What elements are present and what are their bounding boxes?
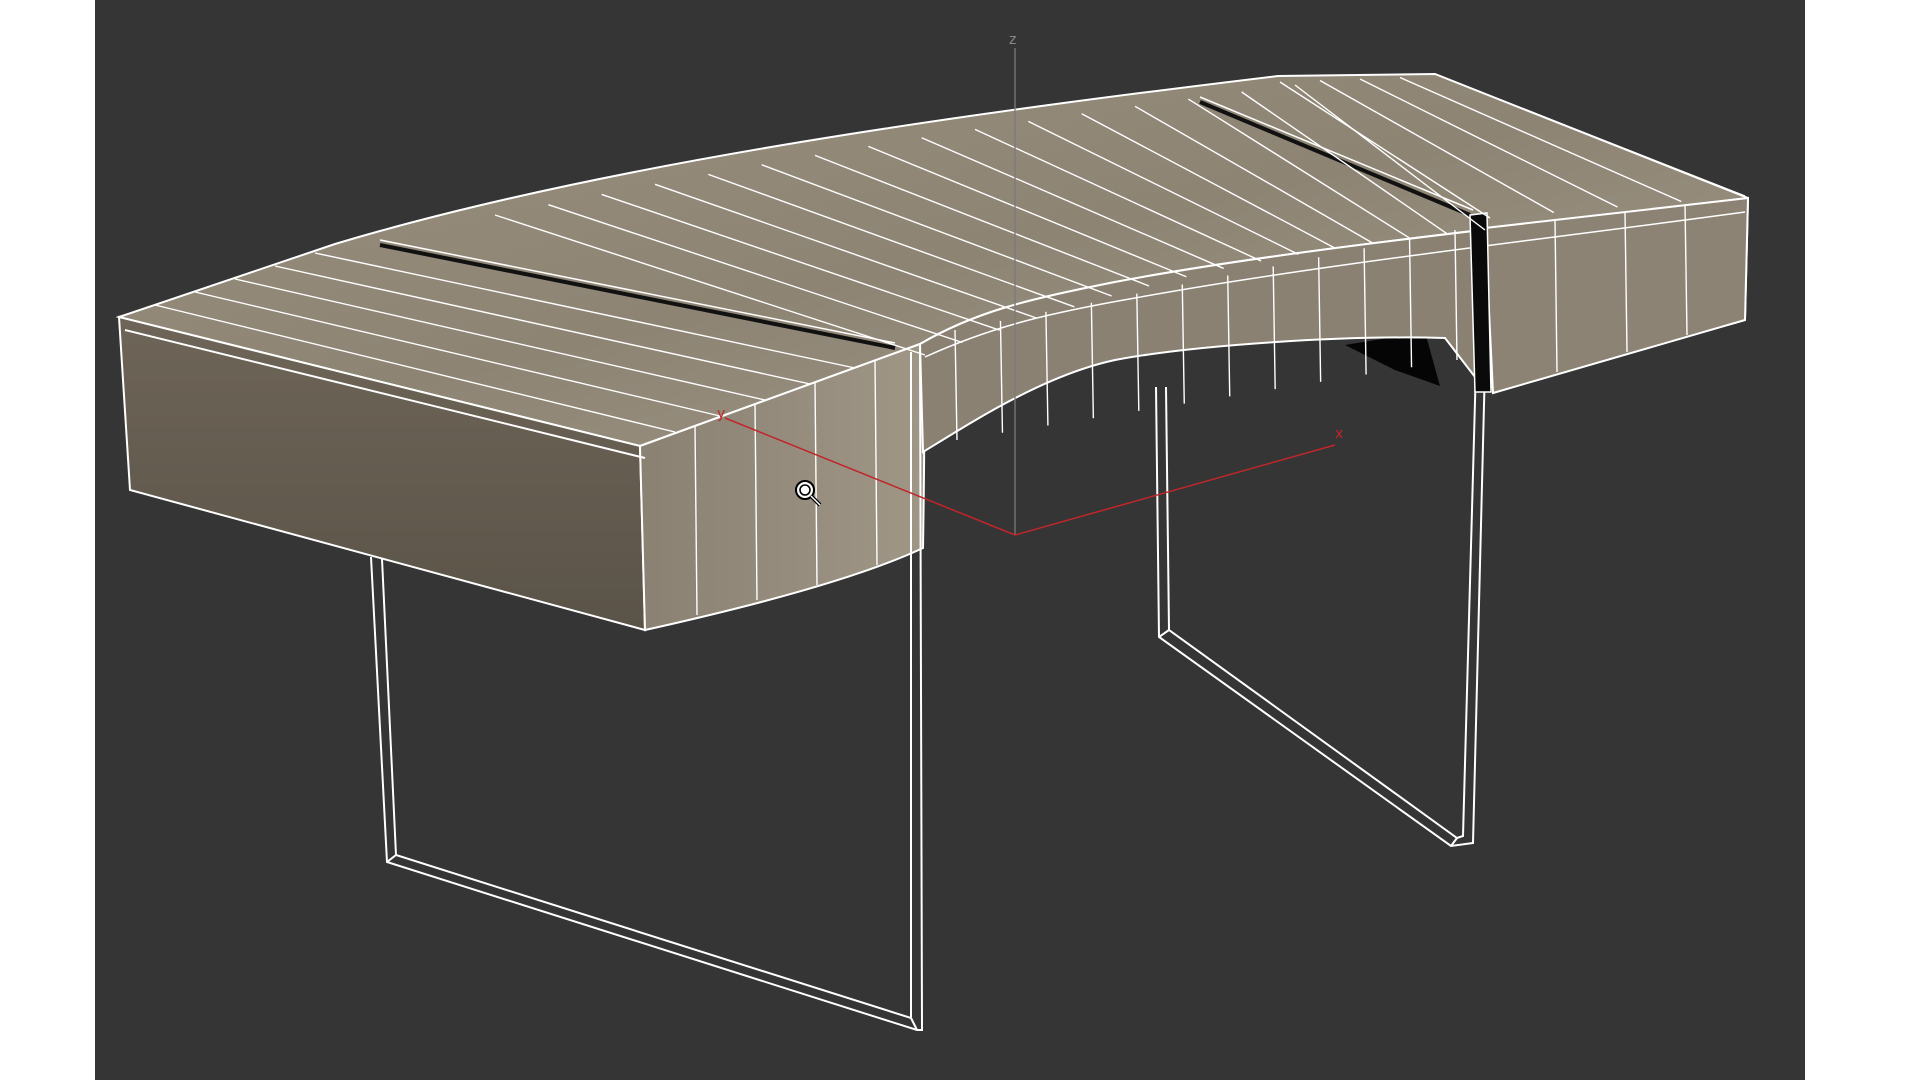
gizmo-x-label: x: [1335, 426, 1343, 442]
desk-model-scene[interactable]: z x y: [95, 0, 1805, 1080]
desk-top[interactable]: [115, 72, 1750, 632]
gizmo-x-axis[interactable]: [1014, 444, 1336, 536]
viewport-perspective[interactable]: z x y: [95, 0, 1805, 1080]
desk-top-underside-shadow: [1345, 332, 1440, 386]
gizmo-y-label: y: [717, 406, 725, 422]
desk-leg-right[interactable]: [1155, 364, 1486, 848]
gizmo-z-label: z: [1009, 32, 1016, 48]
